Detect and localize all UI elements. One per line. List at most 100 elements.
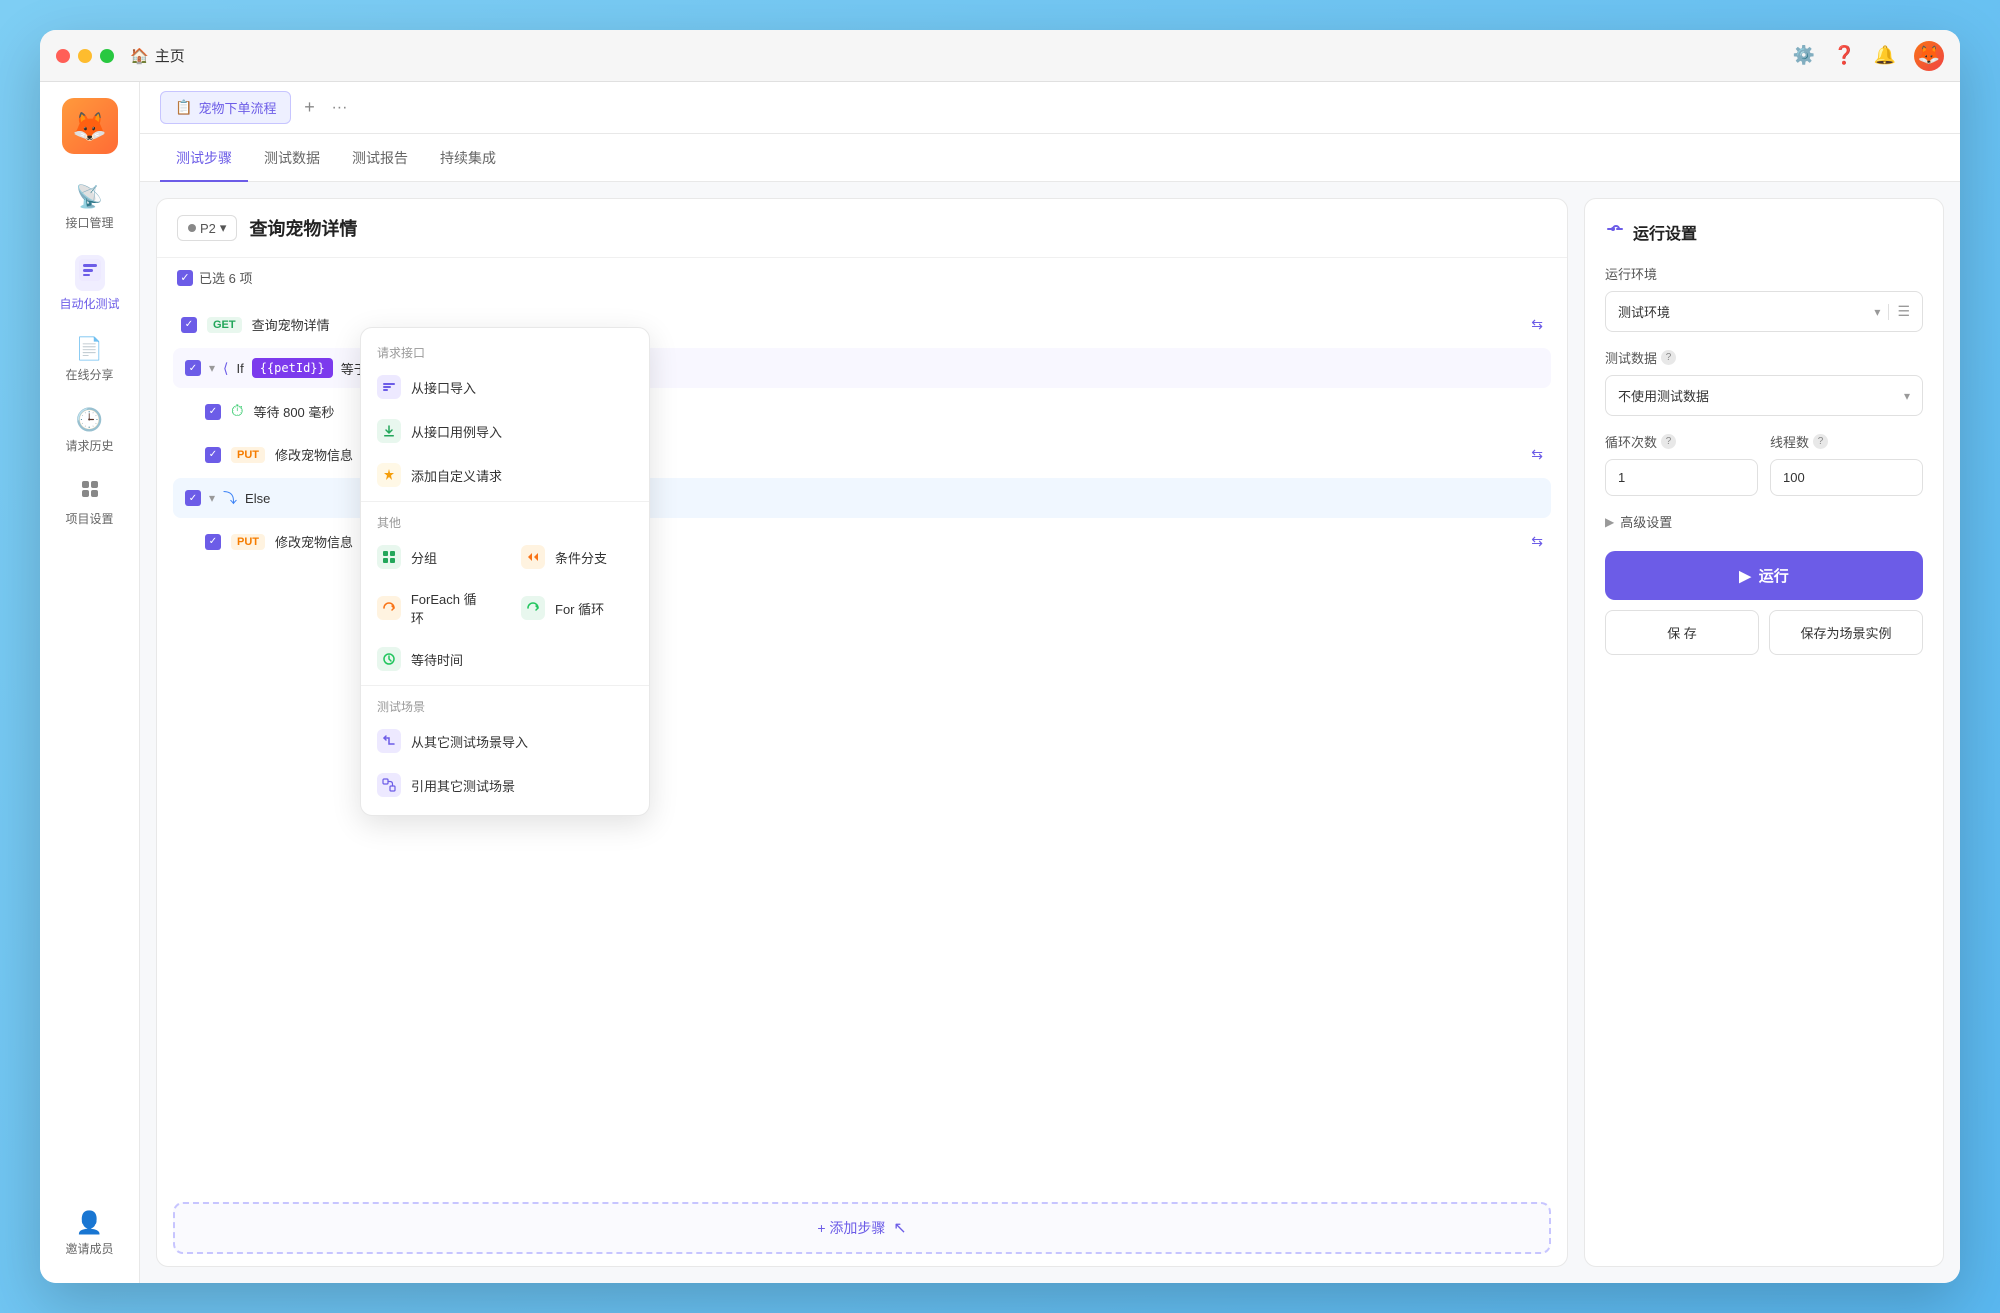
notification-icon[interactable]: 🔔: [1874, 45, 1896, 66]
loop-input[interactable]: [1605, 459, 1758, 496]
request-history-icon: 🕒: [76, 407, 103, 433]
menu-item-import-from-example[interactable]: 从接口用例导入: [361, 409, 649, 453]
wait-time-label: 等待时间: [411, 650, 463, 669]
import-from-api-label: 从接口导入: [411, 378, 476, 397]
tabbar-more-button[interactable]: ···: [331, 99, 347, 117]
menu-item-condition-branch[interactable]: 条件分支: [505, 535, 649, 579]
menu-item-for-loop[interactable]: For 循环: [505, 579, 649, 637]
selected-checkbox: ✓: [177, 270, 193, 286]
priority-badge[interactable]: P2 ▾: [177, 215, 237, 241]
sidebar-item-invite-members[interactable]: 👤 邀请成员: [50, 1200, 130, 1267]
nav-tab-test-report[interactable]: 测试报告: [336, 148, 424, 182]
settings-panel: 运行设置 运行环境 测试环境 ▾ ☰: [1584, 198, 1944, 1267]
else-icon: ⤵: [223, 488, 237, 508]
advanced-arrow: ▶: [1605, 515, 1614, 529]
project-settings-icon: [79, 478, 101, 506]
close-button[interactable]: [56, 49, 70, 63]
settings-icon[interactable]: ⚙️: [1793, 45, 1815, 66]
tab-pet-order[interactable]: 📋 宠物下单流程: [160, 91, 291, 124]
wait-time-icon: [377, 647, 401, 671]
menu-item-custom-request[interactable]: 添加自定义请求: [361, 453, 649, 497]
loop-label: 循环次数 ?: [1605, 432, 1758, 451]
sidebar: 🦊 📡 接口管理 自动化测试 📄 在线分享: [40, 82, 140, 1283]
condition-branch-icon: [521, 545, 545, 569]
ref-scenario-icon: [377, 773, 401, 797]
app-logo[interactable]: 🦊: [62, 98, 118, 154]
sidebar-item-request-history-label: 请求历史: [65, 437, 113, 454]
step-actions-get[interactable]: ⇆: [1531, 316, 1543, 333]
data-help-icon[interactable]: ?: [1661, 350, 1676, 365]
tabbar-add-button[interactable]: +: [295, 94, 323, 122]
step-checkbox-wait[interactable]: ✓: [205, 404, 221, 420]
run-icon: ▶: [1739, 567, 1751, 585]
menu-item-group[interactable]: 分组: [361, 535, 505, 579]
foreach-loop-label: ForEach 循环: [411, 589, 489, 627]
else-expand[interactable]: ▾: [209, 491, 215, 505]
menu-item-import-from-scenario[interactable]: 从其它测试场景导入: [361, 719, 649, 763]
step-checkbox-else[interactable]: ✓: [185, 490, 201, 506]
titlebar-right: ⚙️ ❓ 🔔 🦊: [1793, 41, 1944, 71]
dropdown-menu: 请求接口 从接口导入: [360, 327, 650, 816]
loop-label-text: 循环次数: [1605, 432, 1657, 451]
step-actions-put-success[interactable]: ⇆: [1531, 446, 1543, 463]
loop-setting: 循环次数 ?: [1605, 432, 1758, 496]
settings-header: 运行设置: [1605, 219, 1923, 244]
menu-item-foreach-loop[interactable]: ForEach 循环: [361, 579, 505, 637]
sidebar-item-auto-test[interactable]: 自动化测试: [50, 245, 130, 322]
group-label: 分组: [411, 548, 437, 567]
cursor-icon: ↖: [893, 1218, 906, 1238]
steps-header: P2 ▾ 查询宠物详情: [157, 199, 1567, 258]
help-icon[interactable]: ❓: [1833, 45, 1855, 66]
menu-divider-1: [361, 501, 649, 502]
if-icon: ⟨: [223, 360, 228, 377]
steps-title: 查询宠物详情: [249, 215, 357, 241]
thread-help-icon[interactable]: ?: [1813, 434, 1828, 449]
import-from-scenario-icon: [377, 729, 401, 753]
add-step-label: + 添加步骤: [817, 1220, 885, 1236]
sidebar-item-api-management[interactable]: 📡 接口管理: [50, 174, 130, 241]
env-select-menu-icon: ☰: [1897, 303, 1910, 320]
maximize-button[interactable]: [100, 49, 114, 63]
sidebar-item-project-settings[interactable]: 项目设置: [50, 468, 130, 537]
add-step-button[interactable]: + 添加步骤 ↖: [173, 1202, 1551, 1254]
nav-tab-test-steps[interactable]: 测试步骤: [160, 148, 248, 182]
sidebar-item-api-management-label: 接口管理: [65, 214, 113, 231]
data-select-arrow: ▾: [1904, 389, 1910, 403]
home-nav[interactable]: 🏠 主页: [130, 45, 185, 66]
data-select[interactable]: 不使用测试数据 ▾: [1605, 375, 1923, 416]
menu-item-wait-time[interactable]: 等待时间: [361, 637, 649, 681]
for-loop-label: For 循环: [555, 599, 604, 618]
if-expand[interactable]: ▾: [209, 361, 215, 375]
nav-tab-ci-cd[interactable]: 持续集成: [424, 148, 512, 182]
step-method-get: GET: [207, 317, 242, 333]
save-button[interactable]: 保 存: [1605, 610, 1759, 655]
scenario-section-label: 测试场景: [361, 690, 649, 719]
thread-setting: 线程数 ?: [1770, 432, 1923, 496]
auto-test-icon: [75, 255, 105, 291]
thread-input[interactable]: [1770, 459, 1923, 496]
advanced-toggle[interactable]: ▶ 高级设置: [1605, 512, 1923, 531]
other-section-label: 其他: [361, 506, 649, 535]
online-share-icon: 📄: [76, 336, 103, 362]
env-select[interactable]: 测试环境 ▾ ☰: [1605, 291, 1923, 332]
if-condition: {{petId}}: [252, 358, 333, 378]
env-label: 运行环境: [1605, 264, 1923, 283]
sidebar-item-invite-members-label: 邀请成员: [65, 1240, 113, 1257]
step-checkbox-get[interactable]: ✓: [181, 317, 197, 333]
save-scenario-button[interactable]: 保存为场景实例: [1769, 610, 1923, 655]
menu-item-ref-scenario[interactable]: 引用其它测试场景: [361, 763, 649, 807]
loop-help-icon[interactable]: ?: [1661, 434, 1676, 449]
step-checkbox-put-success[interactable]: ✓: [205, 447, 221, 463]
sidebar-item-request-history[interactable]: 🕒 请求历史: [50, 397, 130, 464]
step-checkbox-if[interactable]: ✓: [185, 360, 201, 376]
step-actions-put-fail[interactable]: ⇆: [1531, 533, 1543, 550]
run-button[interactable]: ▶ 运行: [1605, 551, 1923, 600]
menu-item-import-from-api[interactable]: 从接口导入: [361, 365, 649, 409]
group-icon: [377, 545, 401, 569]
thread-label-text: 线程数: [1770, 432, 1809, 451]
avatar[interactable]: 🦊: [1914, 41, 1944, 71]
nav-tab-test-data[interactable]: 测试数据: [248, 148, 336, 182]
step-checkbox-put-fail[interactable]: ✓: [205, 534, 221, 550]
sidebar-item-online-share[interactable]: 📄 在线分享: [50, 326, 130, 393]
minimize-button[interactable]: [78, 49, 92, 63]
